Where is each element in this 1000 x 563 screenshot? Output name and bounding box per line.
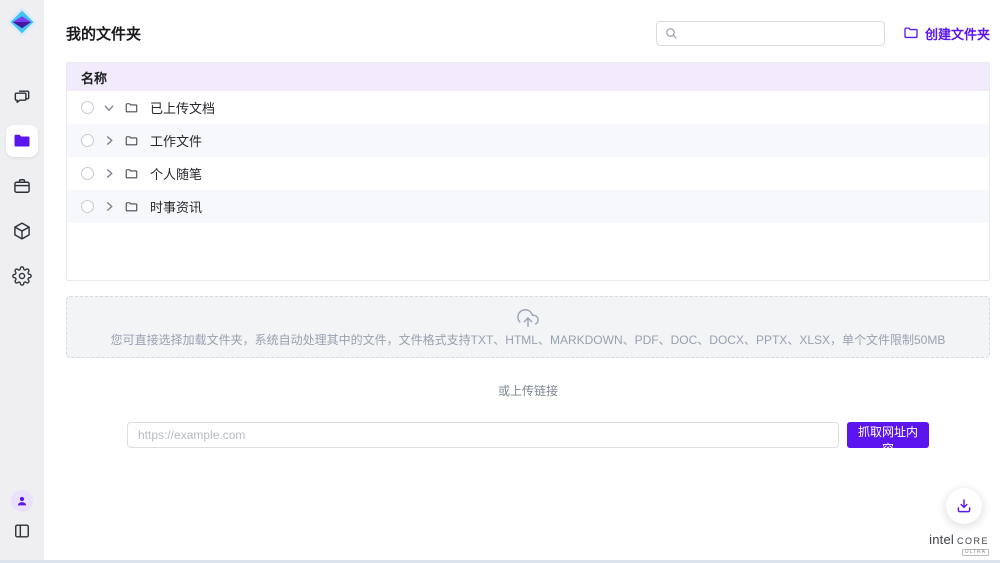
row-checkbox[interactable] — [81, 134, 94, 147]
main-content: 我的文件夹 创建文件夹 — [44, 0, 1000, 563]
sidebar-bottom — [11, 490, 33, 541]
app-logo-icon[interactable] — [6, 6, 38, 38]
row-checkbox[interactable] — [81, 200, 94, 213]
row-checkbox[interactable] — [81, 101, 94, 114]
table-row[interactable]: 工作文件 — [67, 124, 989, 157]
row-checkbox[interactable] — [81, 167, 94, 180]
search-input[interactable] — [684, 25, 876, 41]
folder-plus-icon — [903, 25, 919, 41]
table-row[interactable]: 已上传文档 — [67, 91, 989, 124]
briefcase-icon — [12, 176, 32, 196]
folder-table: 名称 已上传文档 工作文件 — [66, 62, 990, 281]
panel-toggle-icon — [12, 521, 32, 541]
sidebar-item-chat[interactable] — [6, 80, 38, 112]
sidebar — [0, 0, 44, 563]
chat-icon — [12, 86, 32, 106]
sidebar-item-folders[interactable] — [6, 125, 38, 157]
chevron-down-icon[interactable] — [104, 102, 115, 114]
download-icon — [955, 497, 973, 515]
cloud-upload-icon — [516, 307, 540, 329]
intel-core-logo: intelcore ultra — [929, 533, 989, 556]
panel-toggle[interactable] — [12, 521, 32, 541]
folder-icon — [124, 200, 139, 214]
folder-name: 工作文件 — [150, 131, 202, 150]
search-icon — [665, 27, 678, 40]
chevron-right-icon[interactable] — [103, 168, 115, 179]
folder-name: 已上传文档 — [150, 98, 215, 117]
brand-badge: ultra — [962, 549, 989, 557]
or-upload-link-label: 或上传链接 — [66, 382, 990, 399]
create-folder-button[interactable]: 创建文件夹 — [903, 24, 990, 43]
gear-icon — [12, 266, 32, 286]
folder-icon — [12, 131, 32, 151]
folder-list: 已上传文档 工作文件 个人随笔 — [67, 91, 989, 223]
sidebar-nav — [6, 80, 38, 292]
chevron-right-icon[interactable] — [103, 135, 115, 146]
sidebar-item-workspace[interactable] — [6, 170, 38, 202]
search-box[interactable] — [656, 21, 885, 46]
sidebar-item-settings[interactable] — [6, 260, 38, 292]
table-header: 名称 — [67, 63, 989, 91]
user-avatar-icon — [15, 494, 29, 508]
download-fab[interactable] — [946, 488, 982, 524]
column-name: 名称 — [81, 68, 107, 87]
chevron-right-icon[interactable] — [103, 201, 115, 212]
folder-icon — [124, 167, 139, 181]
page-header: 我的文件夹 创建文件夹 — [66, 20, 990, 46]
brand-intel-text: intel — [929, 532, 954, 547]
table-row[interactable]: 时事资讯 — [67, 190, 989, 223]
fetch-url-button[interactable]: 抓取网址内容 — [847, 422, 929, 448]
table-row[interactable]: 个人随笔 — [67, 157, 989, 190]
page-title: 我的文件夹 — [66, 23, 141, 44]
folder-name: 个人随笔 — [150, 164, 202, 183]
folder-icon — [124, 134, 139, 148]
sidebar-item-models[interactable] — [6, 215, 38, 247]
folder-name: 时事资讯 — [150, 197, 202, 216]
brand-core-text: core — [957, 532, 989, 547]
folder-icon — [124, 101, 139, 115]
user-avatar[interactable] — [11, 490, 33, 512]
cube-icon — [12, 221, 32, 241]
link-upload-row: 抓取网址内容 — [66, 422, 990, 448]
upload-hint: 您可直接选择加载文件夹，系统自动处理其中的文件，文件格式支持TXT、HTML、M… — [111, 331, 946, 348]
create-folder-label: 创建文件夹 — [925, 24, 990, 43]
url-input[interactable] — [127, 422, 839, 448]
upload-dropzone[interactable]: 您可直接选择加载文件夹，系统自动处理其中的文件，文件格式支持TXT、HTML、M… — [66, 296, 990, 358]
